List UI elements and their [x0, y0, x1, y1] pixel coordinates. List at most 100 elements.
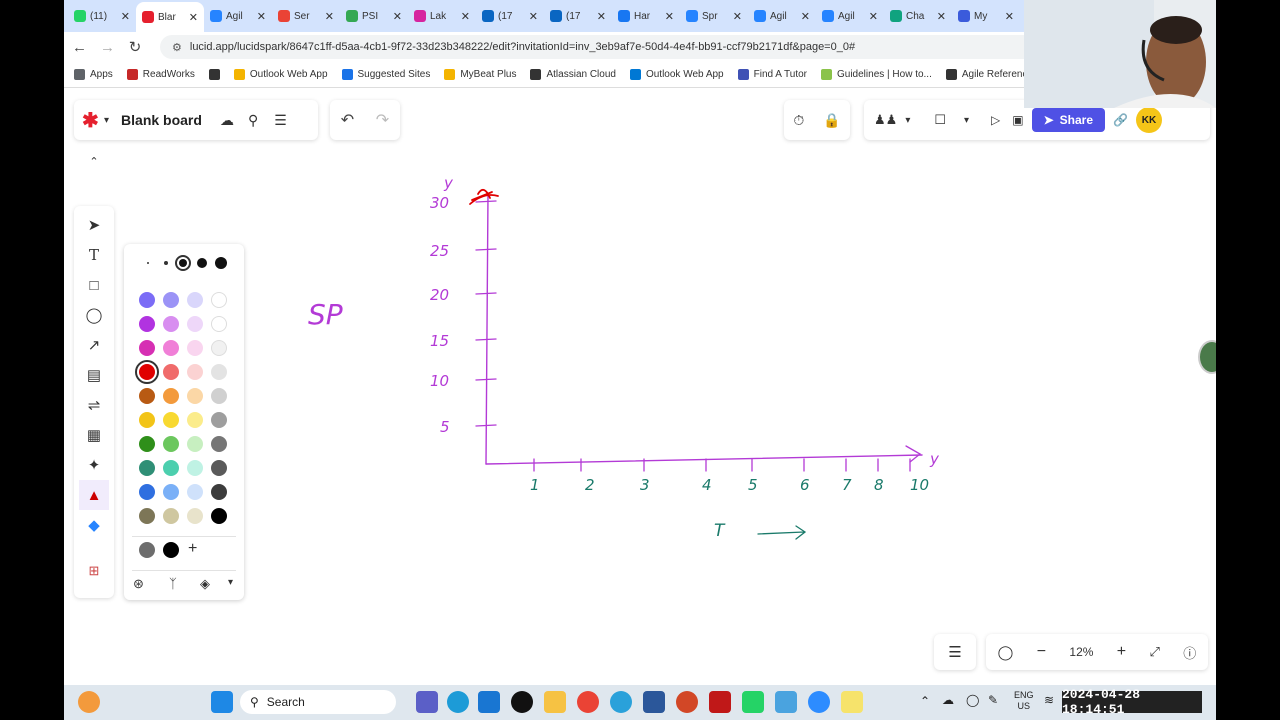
forward-icon[interactable]: → [100, 39, 115, 56]
tab-label: Lak [430, 10, 447, 22]
tab-favicon-icon [754, 10, 766, 22]
x-tick-label: 7 [842, 476, 852, 494]
bookmark-item[interactable]: MyBeat Plus [444, 69, 516, 80]
whatsapp-icon[interactable] [742, 691, 764, 713]
story-points-label: SP [308, 298, 343, 331]
edge-icon[interactable] [447, 691, 469, 713]
tab-favicon-icon [278, 10, 290, 22]
close-tab-icon[interactable]: ✕ [597, 10, 606, 23]
browser-tab[interactable]: Agil ✕ [748, 3, 816, 29]
close-tab-icon[interactable]: ✕ [801, 10, 810, 23]
site-info-icon[interactable]: ⚙ [172, 41, 182, 54]
language-indicator[interactable]: ENG US [1014, 690, 1034, 712]
tab-favicon-icon [890, 10, 902, 22]
tab-favicon-icon [414, 10, 426, 22]
tab-favicon-icon [482, 10, 494, 22]
close-tab-icon[interactable]: ✕ [189, 11, 198, 24]
bookmark-item[interactable]: Agile Reference [945, 69, 1034, 80]
browser-tab[interactable]: PSI ✕ [340, 3, 408, 29]
freehand-drawing[interactable]: 30252015105y1 2 3 4 5 6 7 8 10yTSP [64, 88, 1216, 685]
outline-panel: ☰ [934, 634, 976, 670]
start-icon[interactable] [211, 691, 233, 713]
chrome-icon[interactable] [577, 691, 599, 713]
tab-favicon-icon [346, 10, 358, 22]
list-icon[interactable]: ☰ [948, 643, 961, 661]
browser-tab[interactable]: My ✕ [952, 3, 1020, 29]
back-icon[interactable]: ← [72, 39, 87, 56]
close-tab-icon[interactable]: ✕ [393, 10, 402, 23]
close-tab-icon[interactable]: ✕ [869, 10, 878, 23]
word-icon[interactable] [643, 691, 665, 713]
notepad-icon[interactable] [775, 691, 797, 713]
zoom-out-icon[interactable]: − [1037, 643, 1046, 661]
mcafee-icon[interactable] [709, 691, 731, 713]
tab-favicon-icon [958, 10, 970, 22]
y-tick-label: 5 [440, 418, 450, 436]
close-tab-icon[interactable]: ✕ [733, 10, 742, 23]
browser-tab[interactable]: Agil ✕ [204, 3, 272, 29]
onedrive-icon[interactable]: ☁ [942, 693, 954, 707]
microphone-icon[interactable]: ◯ [966, 693, 979, 707]
close-tab-icon[interactable]: ✕ [529, 10, 538, 23]
browser-tab[interactable]: Ser ✕ [272, 3, 340, 29]
store-icon[interactable] [478, 691, 500, 713]
bookmark-item[interactable]: Outlook Web App [233, 69, 328, 80]
region-label: US [1017, 701, 1031, 711]
close-tab-icon[interactable]: ✕ [461, 10, 470, 23]
bookmark-item[interactable]: Outlook Web App [629, 69, 724, 80]
bookmark-item[interactable]: Atlassian Cloud [530, 69, 616, 80]
tab-label: Har [634, 10, 651, 22]
telegram-icon[interactable] [610, 691, 632, 713]
pen-icon[interactable]: ✎ [988, 693, 998, 707]
tab-label: Agil [226, 10, 243, 22]
close-tab-icon[interactable]: ✕ [1005, 10, 1014, 23]
tab-favicon-icon [210, 10, 222, 22]
bookmark-label: ReadWorks [142, 69, 195, 80]
browser-tab[interactable]: Blar ✕ [136, 2, 204, 32]
clock[interactable]: 2024-04-28 18:14:51 [1062, 687, 1202, 717]
x-tick-label: 3 [640, 476, 650, 494]
y-tick-mark [475, 338, 497, 341]
bookmark-icon [444, 69, 456, 80]
chevron-up-icon[interactable]: ⌃ [920, 694, 930, 708]
browser-tab[interactable]: Agil ✕ [816, 3, 884, 29]
browser-tab[interactable]: (17 ✕ [476, 3, 544, 29]
wifi-icon[interactable]: ≋ [1044, 693, 1054, 707]
bookmark-item[interactable] [208, 69, 220, 80]
close-tab-icon[interactable]: ✕ [325, 10, 334, 23]
fit-screen-icon[interactable]: ⤢ [1150, 644, 1160, 660]
bookmark-label: Apps [90, 69, 113, 80]
zoom-in-icon[interactable]: + [1117, 643, 1126, 661]
browser-tab[interactable]: Spr ✕ [680, 3, 748, 29]
weather-icon[interactable] [78, 691, 100, 713]
bookmark-item[interactable]: ReadWorks [126, 69, 195, 80]
bookmark-label: Agile Reference [961, 69, 1034, 80]
browser-tab[interactable]: (17 ✕ [544, 3, 612, 29]
bookmark-item[interactable]: Suggested Sites [341, 69, 430, 80]
dell-icon[interactable] [511, 691, 533, 713]
close-tab-icon[interactable]: ✕ [257, 10, 266, 23]
zoom-level[interactable]: 12% [1069, 645, 1093, 659]
teams-icon[interactable] [416, 691, 438, 713]
close-tab-icon[interactable]: ✕ [665, 10, 674, 23]
close-tab-icon[interactable]: ✕ [937, 10, 946, 23]
powerpoint-icon[interactable] [676, 691, 698, 713]
browser-tab[interactable]: Har ✕ [612, 3, 680, 29]
file-explorer-icon[interactable] [544, 691, 566, 713]
browser-tab[interactable]: (11) ✕ [68, 3, 136, 29]
browser-tab[interactable]: Cha ✕ [884, 3, 952, 29]
taskbar-search[interactable]: ⚲ Search [240, 690, 396, 714]
bookmark-item[interactable]: Guidelines | How to... [821, 69, 932, 80]
browser-tab[interactable]: Lak ✕ [408, 3, 476, 29]
whiteboard-canvas[interactable]: ✱ ▾ Blank board ☁ ⚲ ☰ ↶ ↷ ⏱ 🔒 ♟♟ ▾ ☐ ▾ ▷… [64, 88, 1216, 685]
bookmark-item[interactable]: Find A Tutor [737, 69, 807, 80]
y-tick-label: 25 [430, 242, 449, 260]
bookmark-item[interactable]: Apps [74, 69, 113, 80]
norton-icon[interactable] [841, 691, 863, 713]
reload-icon[interactable]: ↻ [128, 38, 142, 56]
navigation-icon[interactable]: ◯ [998, 644, 1014, 661]
close-tab-icon[interactable]: ✕ [121, 10, 130, 23]
tab-label: Agil [838, 10, 855, 22]
zoom-icon[interactable] [808, 691, 830, 713]
help-icon[interactable]: ⓘ [1183, 643, 1196, 662]
